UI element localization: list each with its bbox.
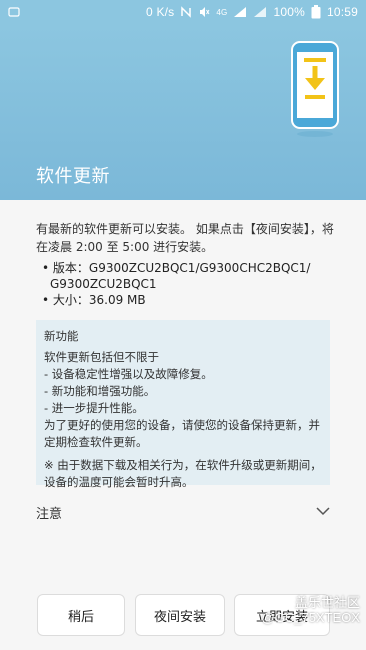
clock: 10:59	[326, 5, 358, 19]
phone-download-icon	[290, 40, 340, 138]
watermark-brand: 盖乐世社区	[294, 595, 360, 610]
battery-percent: 100%	[273, 5, 305, 19]
night-install-button[interactable]: 夜间安装	[135, 594, 225, 636]
features-title: 新功能	[44, 329, 79, 343]
network-speed: 0 K/s	[146, 5, 175, 19]
features-box: 新功能 软件更新包括但不限于 - 设备稳定性增强以及故障修复。 - 新功能和增强…	[36, 320, 330, 489]
status-bar: 0 K/s 4G 100% 10:59	[0, 0, 366, 24]
chevron-down-icon[interactable]	[316, 505, 330, 520]
message-icon	[8, 6, 20, 18]
status-left	[8, 6, 20, 18]
page-title: 软件更新	[36, 166, 110, 187]
watermark: 盖乐世社区 @GC_75XTEOX	[240, 592, 360, 636]
feature-item: 软件更新包括但不限于	[44, 350, 159, 364]
signal-icon-2	[253, 6, 267, 18]
watermark-handle: @GC_75XTEOX	[261, 610, 360, 625]
notice-expander[interactable]: 注意	[36, 500, 330, 524]
feature-item: 为了更好的使用您的设备，请使您的设备保持更新，并定期检查软件更新。	[44, 418, 320, 449]
version-info: • 版本：G9300ZCU2BQC1/G9300CHC2BQC1/ G9300Z…	[42, 260, 332, 308]
version-line-2: G9300ZCU2BQC1	[50, 277, 157, 291]
header: 软件更新	[0, 24, 366, 200]
size-line: • 大小：36.09 MB	[42, 293, 146, 307]
signal-icon	[233, 6, 247, 18]
signal-label: 4G	[216, 7, 228, 17]
mute-icon	[198, 6, 210, 18]
feature-item: - 设备稳定性增强以及故障修复。	[44, 367, 213, 381]
content-area: 有最新的软件更新可以安装。 如果点击【夜间安装】，将在凌晨 2:00 至 5:0…	[0, 200, 366, 580]
battery-icon	[311, 5, 321, 19]
feature-item: - 新功能和增强功能。	[44, 384, 156, 398]
intro-text: 有最新的软件更新可以安装。 如果点击【夜间安装】，将在凌晨 2:00 至 5:0…	[36, 222, 334, 254]
status-right: 0 K/s 4G 100% 10:59	[146, 5, 358, 19]
feature-item: - 进一步提升性能。	[44, 401, 144, 415]
notice-label: 注意	[36, 506, 63, 522]
later-button[interactable]: 稍后	[37, 594, 125, 636]
temperature-note: ※ 由于数据下载及相关行为，在软件升级或更新期间，设备的温度可能会暂时升高。	[44, 458, 322, 489]
version-line-1: • 版本：G9300ZCU2BQC1/G9300CHC2BQC1/	[42, 261, 311, 275]
nfc-icon	[180, 6, 192, 18]
